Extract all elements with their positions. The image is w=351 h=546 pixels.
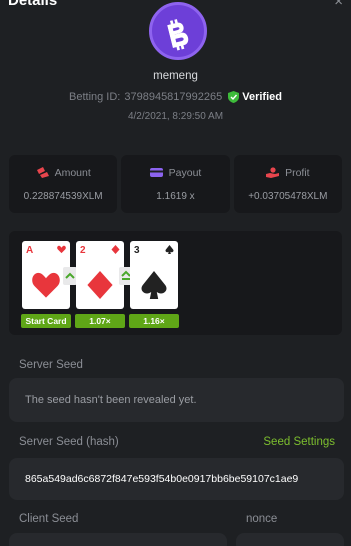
- spade-suit-icon: [165, 245, 174, 254]
- wallet-icon: [149, 168, 163, 177]
- coins-icon: [36, 167, 49, 178]
- card-three-spades: 3: [130, 241, 178, 309]
- seed-settings-link[interactable]: Seed Settings: [263, 436, 335, 448]
- client-seed-field[interactable]: [9, 533, 227, 546]
- profit-label: Profit: [285, 166, 310, 179]
- heart-suit-icon: [32, 272, 60, 298]
- diamond-suit-icon: [111, 245, 120, 254]
- nonce-field[interactable]: [236, 533, 344, 546]
- card-rank: 2: [80, 245, 86, 256]
- server-hash-field[interactable]: 865a549ad6c6872f847e593f54b0e0917bb6be59…: [9, 458, 344, 500]
- bitcoin-logo-icon: [167, 19, 189, 51]
- server-seed-field[interactable]: The seed hasn't been revealed yet.: [9, 378, 344, 422]
- username: memeng: [153, 70, 198, 82]
- card-rank: A: [26, 245, 34, 256]
- payout-label: Payout: [168, 166, 202, 179]
- card-two-diamonds: 2: [76, 241, 124, 309]
- payout-value: 1.1619 x: [156, 190, 195, 202]
- amount-stat: Amount 0.228874539XLM: [9, 155, 118, 213]
- bet-datetime: 4/2/2021, 8:29:50 AM: [127, 111, 224, 122]
- amount-value: 0.228874539XLM: [23, 190, 103, 202]
- multiplier-badge: 1.16×: [129, 314, 179, 328]
- stats-row: Amount 0.228874539XLM Payout 1.1619 x Pr…: [9, 155, 342, 213]
- spade-suit-icon: [141, 271, 167, 299]
- profit-stat: Profit +0.03705478XLM: [233, 155, 342, 213]
- avatar: [149, 2, 207, 60]
- modal-title: Details: [8, 0, 58, 9]
- server-hash-label: Server Seed (hash): [19, 436, 119, 448]
- client-seed-label: Client Seed: [19, 513, 79, 525]
- shield-check-icon: [228, 91, 240, 103]
- betting-id-value: 3798945817992265: [124, 91, 223, 103]
- start-card-badge: Start Card: [21, 314, 71, 328]
- verified-label: Verified: [242, 91, 282, 103]
- multiplier-badge: 1.07×: [75, 314, 125, 328]
- hand-coin-icon: [266, 167, 280, 178]
- payout-stat: Payout 1.1619 x: [121, 155, 230, 213]
- profit-value: +0.03705478XLM: [248, 190, 328, 202]
- card-rank: 3: [134, 245, 140, 256]
- verified-badge: Verified: [228, 91, 282, 103]
- diamond-suit-icon: [87, 271, 113, 299]
- nonce-label: nonce: [246, 513, 278, 525]
- betting-id-label: Betting ID:: [69, 91, 121, 103]
- heart-suit-icon: [57, 245, 66, 254]
- higher-arrow-icon: [63, 267, 77, 285]
- amount-label: Amount: [54, 166, 91, 179]
- close-icon[interactable]: ×: [334, 0, 343, 10]
- server-seed-label: Server Seed: [19, 359, 83, 371]
- betting-id-row: Betting ID: 3798945817992265 Verified: [0, 91, 351, 103]
- game-result-panel: A 2 3 Start Card 1.07× 1.16×: [9, 231, 342, 335]
